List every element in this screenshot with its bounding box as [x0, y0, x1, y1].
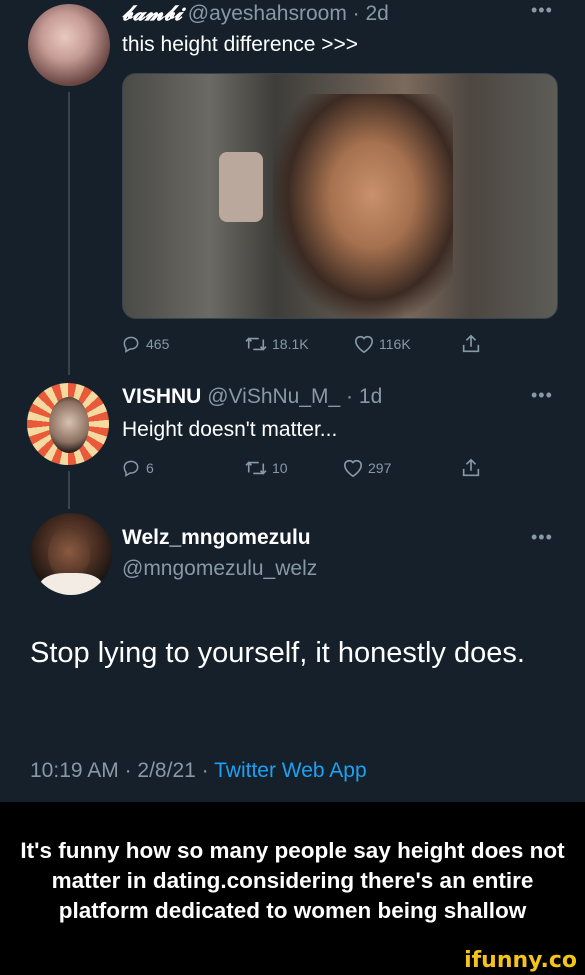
display-name[interactable]: VISHNU: [122, 385, 201, 408]
tweet-meta: 10:19 AM · 2/8/21 · Twitter Web App: [30, 759, 367, 783]
like-button[interactable]: 116K: [353, 334, 411, 354]
share-button[interactable]: [460, 457, 482, 479]
like-count: 116K: [379, 336, 411, 352]
tweet-date[interactable]: 2/8/21: [137, 759, 195, 782]
more-icon[interactable]: •••: [531, 385, 553, 406]
photo-person: [273, 94, 453, 318]
more-icon[interactable]: •••: [531, 527, 553, 548]
separator: ·: [201, 759, 209, 782]
handle[interactable]: @mngomezulu_welz: [122, 557, 317, 581]
reply-icon: [123, 460, 139, 477]
retweet-icon: [245, 461, 267, 475]
share-button[interactable]: [460, 333, 482, 355]
tweet-text: this height difference >>>: [122, 33, 359, 56]
timestamp[interactable]: 2d: [366, 2, 389, 25]
like-button[interactable]: 297: [342, 458, 391, 478]
avatar[interactable]: [27, 383, 109, 465]
avatar-shirt: [40, 573, 102, 595]
display-name[interactable]: Welz_mngomezulu: [122, 526, 311, 550]
photo-phone: [219, 152, 263, 222]
thread-line: [68, 471, 70, 509]
reply-button[interactable]: 465: [120, 334, 169, 354]
tweet-header: VISHNU @ViShNu_M_ · 1d: [122, 385, 382, 409]
reply-count: 6: [146, 460, 154, 476]
separator: ·: [346, 385, 354, 408]
display-name[interactable]: 𝓫𝓪𝓶𝓫𝓲: [122, 0, 182, 25]
like-icon: [343, 459, 363, 478]
thread-line: [68, 92, 70, 375]
retweet-button[interactable]: 18.1K: [244, 334, 309, 354]
share-icon: [462, 458, 480, 477]
handle[interactable]: @ayeshahsroom: [188, 2, 347, 25]
more-icon[interactable]: •••: [531, 0, 553, 21]
timestamp[interactable]: 1d: [359, 385, 382, 408]
caption: It's funny how so many people say height…: [0, 802, 585, 960]
tweet-image[interactable]: [122, 73, 558, 319]
tweet-text: Height doesn't matter...: [122, 418, 338, 441]
like-count: 297: [368, 460, 392, 476]
avatar[interactable]: [30, 513, 112, 595]
tweet-text: Stop lying to yourself, it honestly does…: [30, 637, 525, 669]
separator: ·: [352, 2, 360, 25]
retweet-count: 10: [272, 460, 288, 476]
retweet-button[interactable]: 10: [244, 458, 288, 478]
retweet-count: 18.1K: [272, 336, 309, 352]
reply-button[interactable]: 6: [120, 458, 154, 478]
share-icon: [462, 334, 480, 353]
avatar[interactable]: [28, 4, 110, 86]
reply-icon: [123, 336, 139, 353]
avatar-face: [49, 397, 89, 453]
tweet-header: 𝓫𝓪𝓶𝓫𝓲 @ayeshahsroom · 2d: [122, 0, 389, 26]
watermark[interactable]: ifunny.co: [464, 948, 577, 973]
separator: ·: [124, 759, 132, 782]
tweet-time[interactable]: 10:19 AM: [30, 759, 119, 782]
retweet-icon: [245, 337, 267, 351]
handle[interactable]: @ViShNu_M_: [207, 385, 340, 408]
tweet-source[interactable]: Twitter Web App: [214, 759, 367, 782]
reply-count: 465: [146, 336, 170, 352]
like-icon: [354, 335, 374, 354]
